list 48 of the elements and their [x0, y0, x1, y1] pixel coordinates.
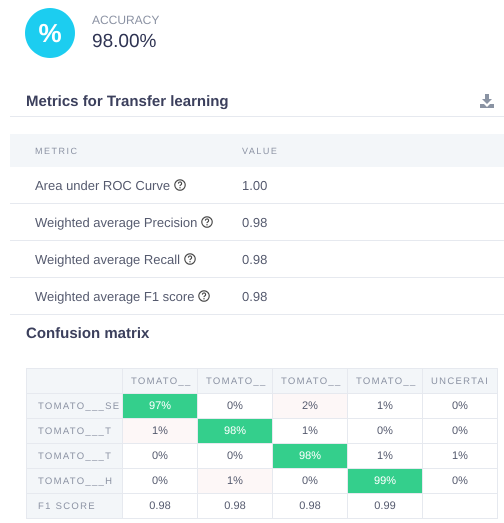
percent-icon: %: [25, 8, 75, 58]
column-header: TOMATO__: [122, 368, 198, 394]
accuracy-value: 98.00%: [92, 31, 158, 53]
table-cell: 1%: [198, 468, 272, 494]
table-cell: 98%: [272, 444, 348, 468]
column-header: METRIC: [34, 146, 80, 156]
row-header: TOMATO___H: [26, 468, 122, 494]
table-cell: 0%: [348, 418, 422, 444]
column-header: UNCERTAI: [422, 368, 498, 394]
metric-value: 1.00: [242, 178, 268, 192]
help-icon[interactable]: [201, 216, 214, 228]
table-cell: 0%: [422, 468, 498, 494]
row-header: TOMATO___T: [26, 444, 122, 468]
column-header: TOMATO__: [348, 368, 422, 394]
help-icon[interactable]: [174, 179, 186, 191]
table-cell: 97%: [122, 394, 198, 418]
metric-name: Weighted average Precision: [35, 214, 198, 230]
metric-value: 0.98: [242, 214, 268, 230]
table-cell: 0%: [422, 418, 498, 444]
table-cell: 0%: [122, 444, 198, 468]
table-cell: 0.98: [272, 494, 348, 518]
table-cell: 98%: [198, 418, 272, 444]
download-icon[interactable]: [480, 94, 494, 108]
accuracy-label: ACCURACY: [92, 13, 160, 27]
help-icon[interactable]: [184, 253, 196, 265]
help-icon[interactable]: [198, 290, 210, 302]
column-header: TOMATO__: [272, 368, 348, 394]
table-cell: 0%: [422, 394, 498, 418]
metric-value: 0.98: [242, 288, 268, 304]
table-cell: 1%: [422, 444, 498, 468]
column-header: TOMATO__: [198, 368, 272, 394]
table-cell: 99%: [348, 468, 422, 494]
table-cell: 0.98: [198, 494, 272, 518]
row-header: TOMATO___SE: [26, 394, 122, 418]
table-cell: 1%: [348, 394, 422, 418]
section-title: Confusion matrix: [26, 325, 150, 342]
metric-name: Weighted average F1 score: [35, 288, 194, 304]
metric-name: Weighted average Recall: [35, 252, 180, 266]
table-cell: 2%: [272, 394, 348, 418]
table-cell: 0.99: [348, 494, 422, 518]
table-cell: 0.98: [122, 494, 198, 518]
table-cell: 1%: [122, 418, 198, 444]
metric-value: 0.98: [242, 252, 268, 266]
metric-name: Area under ROC Curve: [35, 178, 170, 192]
row-header: F1 SCORE: [26, 494, 122, 518]
row-header: TOMATO___T: [26, 418, 122, 444]
column-header: VALUE: [242, 146, 278, 156]
section-title: Metrics for Transfer learning: [26, 92, 229, 110]
